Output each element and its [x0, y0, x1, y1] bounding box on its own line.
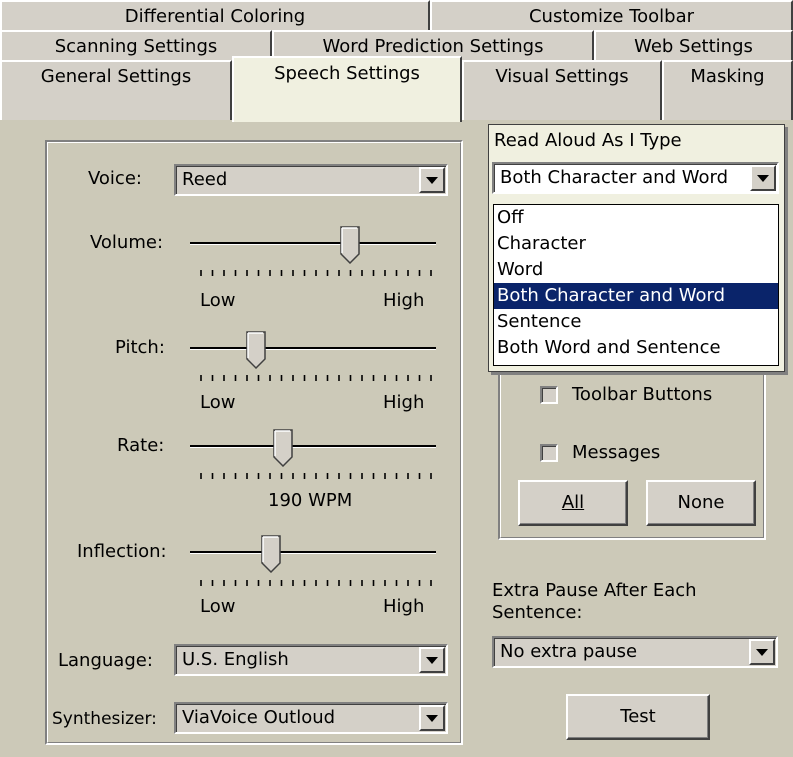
language-label: Language: — [58, 650, 153, 671]
read-aloud-select-value: Both Character and Word — [500, 167, 728, 188]
tab-masking[interactable]: Masking — [662, 60, 793, 120]
tab-web-settings[interactable]: Web Settings — [594, 30, 793, 60]
volume-label: Volume: — [90, 232, 164, 253]
language-select-value: U.S. English — [182, 649, 289, 670]
test-button-label: Test — [620, 706, 656, 727]
tab-differential-coloring[interactable]: Differential Coloring — [0, 0, 430, 30]
synthesizer-select-value: ViaVoice Outloud — [182, 707, 336, 728]
volume-slider-track — [190, 242, 436, 244]
inflection-ticks — [200, 580, 432, 586]
rate-label: Rate: — [117, 435, 165, 456]
tab-masking-label: Masking — [690, 66, 765, 87]
tab-visual-settings[interactable]: Visual Settings — [462, 60, 662, 120]
inflection-label: Inflection: — [77, 541, 167, 562]
chevron-down-icon[interactable] — [419, 705, 445, 731]
synthesizer-select[interactable]: ViaVoice Outloud — [174, 702, 448, 734]
toolbar-buttons-label: Toolbar Buttons — [572, 384, 713, 405]
none-button-label: None — [677, 492, 725, 513]
voice-select-value: Reed — [182, 169, 228, 190]
extra-pause-select[interactable]: No extra pause — [492, 636, 778, 668]
test-button[interactable]: Test — [566, 694, 710, 740]
extra-pause-label-line2: Sentence: — [492, 602, 583, 623]
dropdown-option[interactable]: Both Word and Sentence — [494, 335, 778, 361]
inflection-high-label: High — [383, 596, 425, 617]
extra-pause-label-line1: Extra Pause After Each — [492, 580, 697, 601]
read-aloud-dropdown-list[interactable]: Off Character Word Both Character and Word S… — [493, 204, 779, 366]
tab-general-settings-label: General Settings — [40, 66, 192, 87]
extra-pause-select-value: No extra pause — [500, 641, 638, 662]
pitch-low-label: Low — [200, 392, 236, 413]
pitch-ticks — [200, 375, 432, 381]
voice-label-text: Voice: — [88, 168, 142, 189]
tab-speech-settings-label: Speech Settings — [274, 63, 420, 84]
pitch-slider-track — [190, 347, 436, 349]
tab-visual-settings-label: Visual Settings — [495, 66, 629, 87]
tab-speech-settings[interactable]: Speech Settings — [232, 56, 462, 122]
pitch-slider-thumb[interactable] — [246, 331, 267, 369]
volume-slider-thumb[interactable] — [340, 226, 360, 264]
rate-ticks — [200, 473, 432, 479]
dropdown-option[interactable]: Off — [494, 205, 778, 231]
inflection-low-label: Low — [200, 596, 236, 617]
language-select[interactable]: U.S. English — [174, 644, 448, 676]
tab-general-settings[interactable]: General Settings — [0, 60, 232, 120]
volume-low-label: Low — [200, 290, 236, 311]
rate-value-label: 190 WPM — [268, 490, 353, 511]
read-aloud-select[interactable]: Both Character and Word — [492, 162, 779, 194]
read-aloud-label: Read Aloud As I Type — [494, 130, 682, 151]
chevron-down-icon[interactable] — [419, 167, 445, 193]
inflection-slider-thumb[interactable] — [261, 535, 281, 573]
dropdown-option[interactable]: Sentence — [494, 309, 778, 335]
volume-ticks — [200, 270, 432, 276]
rate-slider-thumb[interactable] — [273, 429, 294, 467]
dropdown-option[interactable]: Word — [494, 257, 778, 283]
all-button[interactable]: All — [518, 480, 628, 526]
toolbar-buttons-checkbox[interactable] — [540, 386, 558, 404]
dropdown-option[interactable]: Character — [494, 231, 778, 257]
chevron-down-icon[interactable] — [749, 639, 775, 665]
volume-high-label: High — [383, 290, 425, 311]
all-button-label: All — [561, 492, 585, 513]
chevron-down-icon[interactable] — [750, 165, 776, 191]
none-button[interactable]: None — [646, 480, 756, 526]
voice-select[interactable]: Reed — [174, 164, 448, 196]
dropdown-option[interactable]: Both Character and Word — [494, 283, 778, 309]
voice-label: Voice: — [88, 168, 142, 189]
messages-label: Messages — [572, 442, 661, 463]
synthesizer-label: Synthesizer: — [52, 709, 157, 729]
pitch-high-label: High — [383, 392, 425, 413]
inflection-slider-track — [190, 551, 436, 553]
messages-checkbox[interactable] — [540, 444, 558, 462]
chevron-down-icon[interactable] — [419, 647, 445, 673]
rate-slider-track — [190, 445, 436, 447]
pitch-label: Pitch: — [115, 337, 165, 358]
tab-customize-toolbar[interactable]: Customize Toolbar — [430, 0, 793, 30]
